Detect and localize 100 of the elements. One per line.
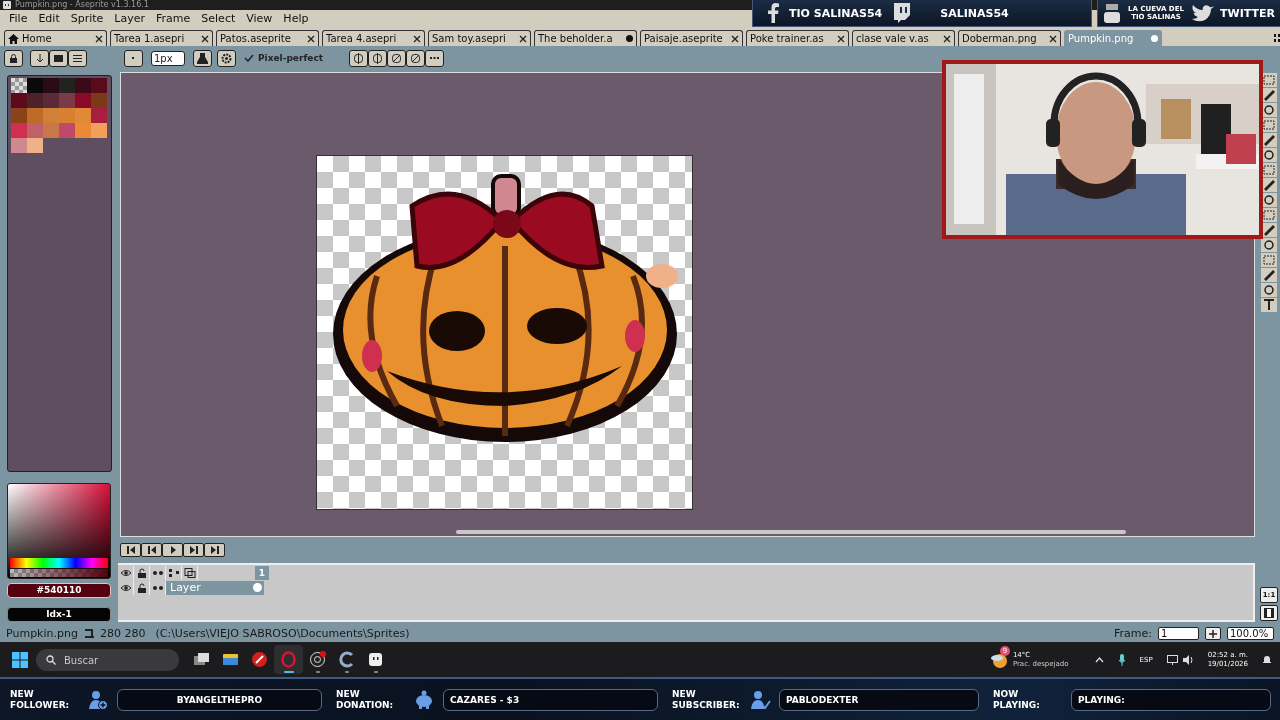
lock-icon[interactable] [135,567,148,578]
lock-button[interactable] [4,49,23,67]
aperture-icon [309,651,326,668]
tab-menu-icon[interactable] [1274,33,1280,43]
search-field[interactable]: Buscar [36,649,179,671]
window-title: Pumpkin.png - Aseprite v1.3.16.1 [15,0,149,10]
symmetry-button[interactable] [368,49,388,67]
skip-back-icon [126,546,135,554]
video-logo-icon [1104,3,1120,23]
ink-button[interactable] [193,49,212,67]
app-icon [3,1,11,9]
arrow-down-button[interactable] [30,49,49,67]
play-icon [168,546,177,554]
tab[interactable]: Sam toy.asepri [428,30,531,46]
microphone-icon[interactable] [1117,653,1126,666]
color-picker[interactable] [7,483,111,579]
stream-label: NEW DONATION: [336,688,395,711]
chat-bubble-icon [892,3,911,23]
eye-icon[interactable] [119,567,132,578]
stream-label: NEW SUBSCRIBER: [672,688,741,711]
bird-icon [1192,4,1214,22]
menu-item[interactable]: Help [278,10,315,28]
tab[interactable]: Doberman.png [958,30,1061,46]
list-button[interactable] [68,49,87,67]
brush-icon[interactable] [1261,268,1277,282]
tab[interactable]: Patos.aseprite [216,30,319,46]
menu-item[interactable]: View [241,10,279,28]
menu-item[interactable]: Frame [151,10,197,28]
rotate-button[interactable] [387,49,407,67]
person-check-icon [750,689,771,710]
menu-item[interactable]: Sprite [65,10,110,28]
symmetry-icon [353,52,365,64]
palette-swatch[interactable] [10,93,27,108]
skip-back-icon [147,546,156,554]
social-handle: SALINAS54 [940,6,1009,20]
tab[interactable]: The beholder.a [534,30,637,46]
chevron-up-icon[interactable] [1094,656,1104,663]
tab[interactable]: clase vale v.as [852,30,955,46]
film-button[interactable] [1260,605,1278,621]
c-letter-icon [338,651,355,668]
task-view-icon [193,651,210,668]
film-icon [1264,608,1274,618]
eye-icon[interactable] [119,582,132,593]
app-icon [367,651,384,668]
add-frame-button[interactable] [1205,627,1221,640]
last-frame-button[interactable] [204,543,225,557]
menu-item[interactable]: Select [196,10,242,28]
piggy-bank-icon [414,689,435,710]
symmetry-icon [372,52,384,64]
folder-button[interactable] [49,49,68,67]
file-name: Pumpkin.png [6,627,78,640]
menu-item[interactable]: Layer [109,10,152,28]
play-button[interactable] [162,543,183,557]
menu-item[interactable]: File [4,10,34,28]
menu-item[interactable]: Edit [33,10,66,28]
social-handle: TIO SALINAS54 [789,6,883,20]
tab[interactable]: Paisaje.aseprite [640,30,743,46]
social-handle: TWITTER [1220,6,1275,20]
weather-icon [990,651,1009,668]
list-icon [73,54,82,62]
tab[interactable]: Tarea 1.asepri [110,30,213,46]
lock-icon[interactable] [135,582,148,593]
horizontal-scrollbar[interactable] [456,530,1126,534]
checkmark-icon[interactable] [244,54,254,62]
tab[interactable]: Tarea 4.asepri [322,30,425,46]
monitor-icon[interactable] [1166,654,1178,665]
palette-swatch[interactable] [10,138,27,153]
previous-frame-button[interactable] [141,543,162,557]
tab[interactable]: Poke trainer.as [746,30,849,46]
ink-icon [197,52,208,64]
speaker-icon[interactable] [1182,654,1194,665]
layers-icon[interactable] [183,567,196,578]
windows-logo-icon[interactable] [12,651,28,668]
color-index-field[interactable]: Idx-1 [7,607,111,622]
zoom-field[interactable]: 100.0% [1227,627,1274,640]
rotate-button[interactable] [406,49,426,67]
frame-field[interactable]: 1 [1158,627,1199,640]
lock-icon [9,53,18,63]
opacity-button[interactable] [217,49,236,67]
palette-swatch[interactable] [10,108,27,123]
skip-forward-icon [210,546,219,554]
symmetry-button[interactable] [349,49,369,67]
palette-swatch[interactable] [10,123,27,138]
palette-swatch[interactable] [10,78,27,93]
brush-shape-button[interactable] [124,49,143,67]
tab[interactable]: Home [4,30,107,46]
bell-icon[interactable] [1262,654,1272,665]
facebook-icon [767,3,779,23]
first-frame-button[interactable] [120,543,141,557]
skip-forward-icon [189,546,198,554]
home-icon [8,33,19,44]
more-button[interactable] [425,49,445,67]
gear-icon [221,52,232,64]
color-hex-field[interactable]: #540110 [7,583,111,598]
brush-size-field[interactable]: 1px [151,50,185,66]
text-icon[interactable] [1261,298,1277,312]
sprite-size: 280 280 [99,627,146,640]
link-icon[interactable] [167,567,180,578]
next-frame-button[interactable] [183,543,204,557]
cel[interactable] [250,580,264,595]
